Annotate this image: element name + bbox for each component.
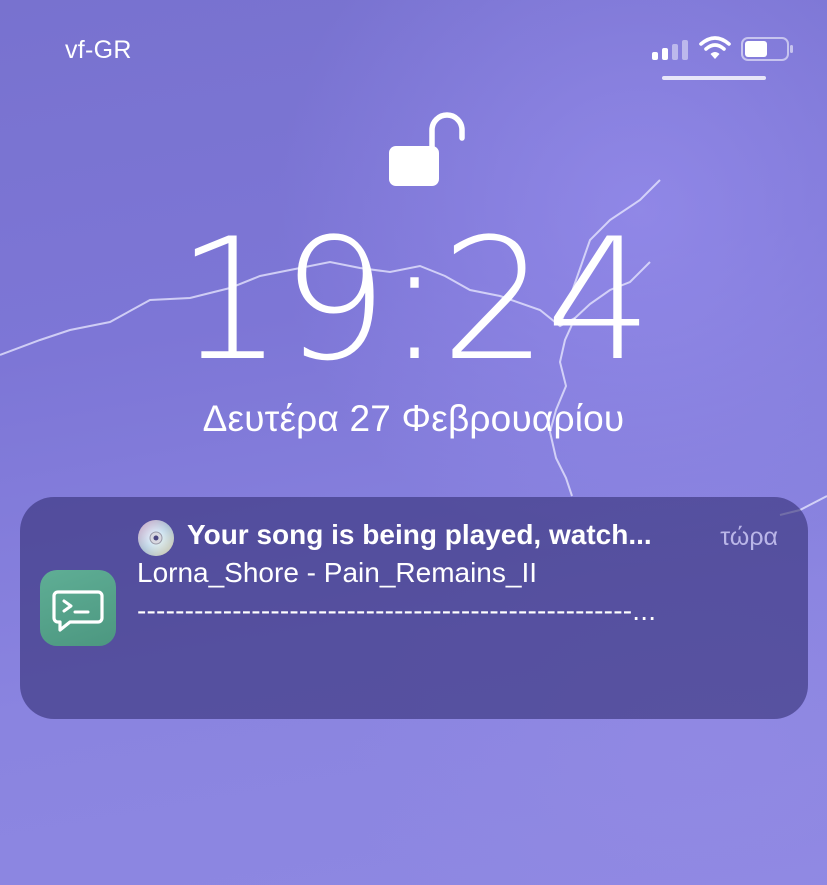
top-indicator-bar (662, 76, 766, 80)
notification-title: Your song is being played, watch... (187, 519, 652, 550)
terminal-icon (40, 570, 116, 646)
notification-body-line1: Lorna_Shore - Pain_Remains_II (137, 557, 538, 588)
battery-icon (741, 37, 793, 61)
notification-body-line2: ----------------------------------------… (137, 595, 657, 626)
clock-date: Δευτέρα 27 Φεβρουαρίου (202, 398, 625, 439)
cd-icon (138, 520, 174, 556)
unlocked-padlock-icon (389, 112, 465, 186)
notification-card[interactable]: Your song is being played, watch... τώρα… (20, 497, 808, 719)
status-bar: vf-GR (0, 0, 827, 90)
wifi-icon (699, 36, 731, 59)
signal-icon (652, 38, 690, 60)
clock-time: 19:24 (176, 202, 652, 398)
carrier-label: vf-GR (65, 36, 132, 64)
notification-time: τώρα (720, 523, 778, 551)
